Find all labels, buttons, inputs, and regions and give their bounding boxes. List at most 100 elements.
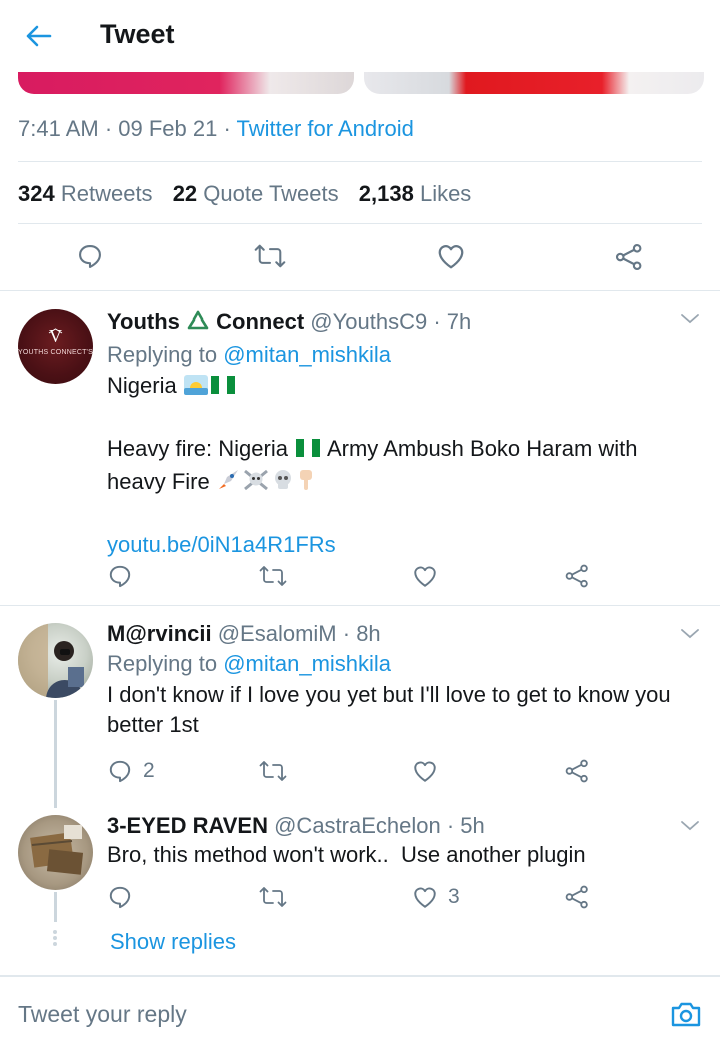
- avatar-label: YOUTHS CONNECT'S: [18, 349, 93, 356]
- like-icon: [438, 245, 464, 269]
- reply-body: Youths Connect @YouthsC9 · 7h Replying t…: [107, 308, 707, 560]
- reply-icon: [109, 760, 131, 783]
- share-button[interactable]: [564, 563, 590, 589]
- rocket-emoji: [216, 468, 242, 500]
- retweet-icon: [259, 566, 287, 586]
- nigeria-flag-emoji: [294, 437, 322, 467]
- reply-time: 7h: [446, 309, 472, 334]
- share-icon: [565, 885, 588, 909]
- avatar[interactable]: V YOUTHS CONNECT'S: [18, 309, 93, 384]
- media-photo-2[interactable]: [364, 72, 704, 94]
- display-name[interactable]: M@rvincii: [107, 621, 212, 646]
- reply-text: better 1st: [107, 712, 199, 737]
- retweets-stat[interactable]: 324 Retweets: [18, 181, 153, 206]
- mention-link[interactable]: @mitan_mishkila: [223, 651, 391, 676]
- avatar-logo: V: [48, 326, 63, 346]
- retweet-button[interactable]: [259, 563, 287, 589]
- top-app-bar: Tweet: [0, 0, 720, 72]
- tweet-media[interactable]: [18, 72, 704, 96]
- like-button[interactable]: [412, 563, 438, 589]
- reply-header: 3-EYED RAVEN @CastraEchelon · 5h: [107, 813, 485, 838]
- reply-icon: [109, 886, 131, 909]
- share-icon: [615, 243, 642, 271]
- reply-tweet[interactable]: V YOUTHS CONNECT'S Youths Connect @Youth…: [0, 291, 720, 605]
- like-button[interactable]: 3: [412, 884, 460, 910]
- chevron-down-icon[interactable]: [678, 307, 702, 331]
- reply-tweet[interactable]: 3-EYED RAVEN @CastraEchelon · 5h Bro, th…: [0, 798, 720, 918]
- page-title: Tweet: [100, 19, 175, 49]
- reply-header: Youths Connect @YouthsC9 · 7h: [107, 308, 707, 339]
- reply-button[interactable]: [107, 563, 133, 589]
- mention-link[interactable]: @mitan_mishkila: [223, 342, 391, 367]
- share-button[interactable]: [614, 242, 644, 272]
- like-button[interactable]: [436, 242, 466, 270]
- reply-icon: [79, 245, 101, 269]
- chevron-down-icon[interactable]: [678, 622, 702, 646]
- skull-crossbones-emoji: [242, 468, 270, 500]
- user-handle[interactable]: @CastraEchelon: [274, 813, 441, 838]
- chevron-down-icon[interactable]: [678, 814, 702, 838]
- tweet-timestamp: 7:41 AM · 09 Feb 21 · Twitter for Androi…: [18, 116, 414, 141]
- reply-text: Nigeria: [107, 371, 707, 404]
- retweet-button[interactable]: [259, 758, 287, 784]
- user-handle[interactable]: @YouthsC9: [310, 309, 427, 334]
- display-name[interactable]: 3-EYED RAVEN: [107, 813, 268, 838]
- avatar-photo: [18, 623, 84, 698]
- share-icon: [565, 564, 588, 588]
- share-icon: [565, 759, 588, 783]
- reply-button[interactable]: [76, 242, 104, 270]
- retweet-icon: [254, 244, 286, 268]
- like-button[interactable]: [412, 758, 438, 784]
- like-icon: [414, 566, 436, 587]
- replying-to: Replying to @mitan_mishkila: [107, 651, 392, 676]
- thread-dots: [52, 928, 58, 950]
- reply-text: Bro, this method won't work.. Use anothe…: [107, 842, 586, 867]
- retweet-button[interactable]: [259, 884, 287, 910]
- nigeria-flag-emoji: [209, 374, 237, 404]
- media-photo-1[interactable]: [18, 72, 354, 94]
- reply-body: 3-EYED RAVEN @CastraEchelon · 5h Bro, th…: [107, 812, 707, 870]
- reply-button[interactable]: 2: [107, 758, 155, 784]
- external-link[interactable]: youtu.be/0iN1a4R1FRs: [107, 530, 707, 560]
- back-arrow-icon: [26, 25, 52, 47]
- tweet-stats: 324 Retweets 22 Quote Tweets 2,138 Likes: [18, 181, 471, 207]
- like-icon: [414, 887, 436, 908]
- user-handle[interactable]: @EsalomiM: [218, 621, 337, 646]
- show-replies-link[interactable]: Show replies: [110, 929, 236, 955]
- reply-time: 5h: [460, 813, 485, 838]
- tweet-date: 09 Feb 21: [118, 116, 218, 141]
- retweet-icon: [259, 761, 287, 781]
- display-name[interactable]: Youths Connect: [107, 309, 304, 334]
- tweet-action-bar: [0, 238, 720, 278]
- reply-time: 8h: [356, 621, 381, 646]
- share-button[interactable]: [564, 758, 590, 784]
- skull-emoji: [270, 468, 296, 500]
- quote-tweets-stat[interactable]: 22 Quote Tweets: [173, 181, 339, 206]
- avatar[interactable]: [18, 623, 93, 698]
- reply-header: M@rvincii @EsalomiM · 8h: [107, 621, 381, 646]
- point-down-emoji: [296, 468, 318, 500]
- reply-count: 2: [143, 759, 155, 782]
- avatar[interactable]: [18, 815, 93, 890]
- back-button[interactable]: [22, 20, 54, 52]
- reply-input[interactable]: Tweet your reply: [18, 1001, 187, 1028]
- camera-icon: [671, 1002, 701, 1027]
- sunrise-emoji: [183, 374, 209, 404]
- reply-button[interactable]: [107, 884, 133, 910]
- avatar-photo: [30, 825, 84, 875]
- retweet-button[interactable]: [254, 242, 286, 270]
- share-button[interactable]: [564, 884, 590, 910]
- divider: [18, 223, 702, 224]
- recycle-emoji: [186, 310, 210, 339]
- camera-button[interactable]: [670, 999, 702, 1029]
- retweet-icon: [259, 887, 287, 907]
- replying-to: Replying to @mitan_mishkila: [107, 342, 392, 367]
- likes-stat[interactable]: 2,138 Likes: [359, 181, 472, 206]
- reply-text: I don't know if I love you yet but I'll …: [107, 682, 671, 707]
- tweet-source-link[interactable]: Twitter for Android: [237, 116, 414, 141]
- reply-compose-bar[interactable]: Tweet your reply: [0, 975, 720, 1037]
- divider: [18, 161, 702, 162]
- tweet-time: 7:41 AM: [18, 116, 99, 141]
- reply-text: Heavy fire: Nigeria Army Ambush Boko Har…: [107, 434, 707, 467]
- reply-tweet[interactable]: M@rvincii @EsalomiM · 8h Replying to @mi…: [0, 606, 720, 796]
